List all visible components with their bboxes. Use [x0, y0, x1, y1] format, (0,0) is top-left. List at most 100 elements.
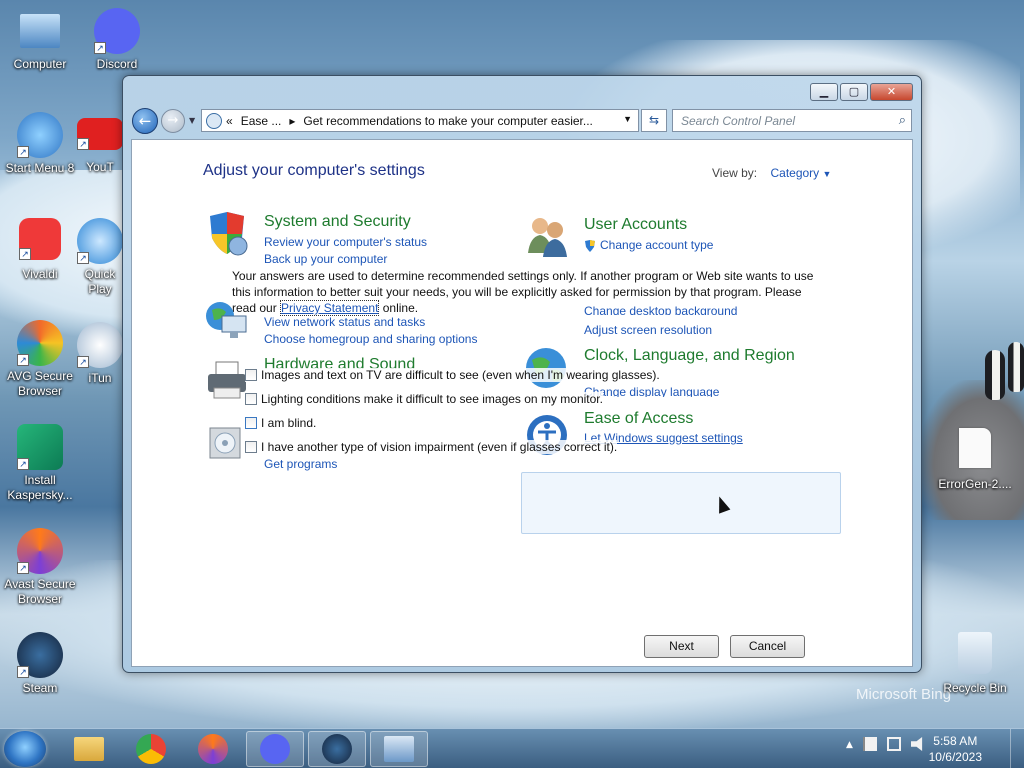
- avast-browser-icon: [198, 734, 228, 764]
- desktop-icon-start-menu-8[interactable]: ↗ Start Menu 8: [0, 112, 80, 176]
- taskbar-explorer[interactable]: [60, 731, 118, 767]
- address-overflow-icon[interactable]: «: [226, 114, 233, 128]
- vivaldi-icon: ↗: [19, 218, 61, 260]
- search-placeholder: Search Control Panel: [681, 114, 796, 128]
- start-button[interactable]: [4, 731, 46, 767]
- search-icon[interactable]: ⌕: [899, 112, 906, 128]
- network-icon[interactable]: [886, 737, 901, 751]
- chevron-down-icon[interactable]: ▼: [823, 169, 832, 179]
- folder-icon: [74, 737, 104, 761]
- ease-of-access-hover-panel: [521, 472, 841, 534]
- forward-arrow-icon[interactable]: →: [161, 109, 185, 133]
- checkbox-other-impairment[interactable]: [245, 441, 257, 453]
- desktop-icon-vivaldi[interactable]: ↗ Vivaldi: [0, 218, 80, 282]
- checkbox-lighting[interactable]: [245, 393, 257, 405]
- taskbar: ▲ 5:58 AM 10/6/2023: [0, 728, 1024, 768]
- desktop-icon-itunes[interactable]: ↗ iTun: [77, 322, 123, 386]
- checkbox-row-lighting[interactable]: Lighting conditions make it difficult to…: [245, 392, 603, 406]
- desktop-icon-avg-secure-browser[interactable]: ↗ AVG Secure Browser: [0, 320, 80, 399]
- taskbar-avast-browser[interactable]: [184, 731, 242, 767]
- view-by: View by: Category ▼: [712, 166, 831, 180]
- taskbar-discord[interactable]: [246, 731, 304, 767]
- desktop-icon-discord[interactable]: ↗ Discord: [77, 8, 157, 72]
- breadcrumb-separator-icon[interactable]: ▸: [289, 114, 295, 128]
- link-change-display-language[interactable]: Change display language: [584, 385, 719, 397]
- privacy-statement-link[interactable]: Privacy Statement: [280, 300, 380, 316]
- content-pane: Adjust your computer's settings View by:…: [131, 139, 913, 667]
- steam-icon: ↗: [17, 632, 63, 678]
- checkbox-label: I have another type of vision impairment…: [261, 440, 618, 454]
- uac-shield-icon: [584, 239, 596, 252]
- system-tray: ▲: [846, 737, 925, 751]
- file-icon: [959, 428, 991, 468]
- desktop-icon-label: Discord: [96, 57, 138, 71]
- programs-icon: [204, 418, 250, 464]
- search-input[interactable]: Search Control Panel ⌕: [672, 109, 912, 132]
- desktop-icon-label: Start Menu 8: [5, 161, 75, 175]
- control-panel-window: ▁ ▢ ✕ ← → ▼ « Ease ... ▸ Get recommendat…: [122, 75, 922, 673]
- show-desktop-button[interactable]: [1010, 729, 1024, 768]
- taskbar-control-panel[interactable]: [370, 731, 428, 767]
- link-desktop-background[interactable]: Change desktop background: [584, 304, 737, 315]
- window-controls: ▁ ▢ ✕: [810, 83, 913, 101]
- category-user-accounts[interactable]: User Accounts: [584, 216, 687, 234]
- close-button[interactable]: ✕: [870, 83, 913, 101]
- desktop-icon-steam[interactable]: ↗ Steam: [0, 632, 80, 696]
- desktop-icon-avast-secure-browser[interactable]: ↗ Avast Secure Browser: [0, 528, 80, 607]
- link-screen-resolution[interactable]: Adjust screen resolution: [584, 323, 712, 337]
- wallpaper-penguin: [985, 350, 1005, 400]
- breadcrumb-ease[interactable]: Ease ...: [241, 114, 282, 128]
- checkbox-label: I am blind.: [261, 416, 317, 430]
- desktop-icon-computer[interactable]: Computer: [0, 10, 80, 72]
- desktop-icon-quick-play[interactable]: ↗ Quick Play: [77, 218, 123, 297]
- link-backup[interactable]: Back up your computer: [264, 252, 387, 266]
- checkbox-row-tv-difficult[interactable]: Images and text on TV are difficult to s…: [245, 368, 660, 382]
- category-ease-of-access[interactable]: Ease of Access: [584, 410, 693, 424]
- desktop-icon-youtube[interactable]: ↗ YouT: [77, 118, 123, 175]
- control-panel-icon: [206, 112, 222, 129]
- minimize-button[interactable]: ▁: [810, 83, 838, 101]
- checkbox-tv-difficult[interactable]: [245, 369, 257, 381]
- taskbar-steam[interactable]: [308, 731, 366, 767]
- checkbox-row-other-impairment[interactable]: I have another type of vision impairment…: [245, 440, 618, 454]
- link-get-programs[interactable]: Get programs: [264, 457, 337, 471]
- link-network-status[interactable]: View network status and tasks: [264, 315, 425, 329]
- action-center-flag-icon[interactable]: [862, 737, 877, 751]
- desktop-icon-recycle-bin[interactable]: Recycle Bin: [934, 632, 1016, 696]
- itunes-icon: ↗: [77, 322, 123, 368]
- youtube-icon: ↗: [77, 118, 123, 150]
- taskbar-chrome[interactable]: [122, 731, 180, 767]
- maximize-button[interactable]: ▢: [840, 83, 868, 101]
- link-homegroup[interactable]: Choose homegroup and sharing options: [264, 332, 477, 346]
- shield-icon: [204, 210, 250, 256]
- address-bar[interactable]: « Ease ... ▸ Get recommendations to make…: [201, 109, 639, 132]
- category-clock-language-region[interactable]: Clock, Language, and Region: [584, 347, 795, 365]
- windows-orb-icon: ↗: [17, 112, 63, 158]
- recent-pages-dropdown-icon[interactable]: ▼: [189, 116, 195, 125]
- show-hidden-icons-arrow-icon[interactable]: ▲: [846, 737, 853, 751]
- address-dropdown-icon[interactable]: ▼: [623, 114, 632, 124]
- next-button[interactable]: Next: [644, 635, 719, 658]
- checkbox-blind[interactable]: [245, 417, 257, 429]
- network-globe-icon: [204, 298, 250, 344]
- cancel-button[interactable]: Cancel: [730, 635, 805, 658]
- clock-date: 10/6/2023: [928, 750, 982, 764]
- view-by-dropdown[interactable]: Category: [770, 166, 819, 180]
- desktop-icon-label: Quick Play: [84, 267, 116, 296]
- desktop-icon-label: Computer: [13, 57, 67, 71]
- checkbox-row-blind[interactable]: I am blind.: [245, 416, 317, 430]
- back-arrow-icon[interactable]: ←: [132, 108, 158, 134]
- avast-browser-icon: ↗: [17, 528, 63, 574]
- breadcrumb-current[interactable]: Get recommendations to make your compute…: [303, 114, 592, 128]
- desktop-icon-errorgen[interactable]: ErrorGen-2....: [934, 428, 1016, 492]
- desktop-icon-install-kaspersky[interactable]: ↗ Install Kaspersky...: [0, 424, 80, 503]
- system-clock[interactable]: 5:58 AM 10/6/2023: [929, 733, 982, 765]
- steam-icon: [322, 734, 352, 764]
- link-change-account-type[interactable]: Change account type: [600, 238, 713, 252]
- category-system-security[interactable]: System and Security: [264, 213, 411, 231]
- refresh-icon[interactable]: ⇆: [641, 109, 667, 132]
- avg-browser-icon: ↗: [17, 320, 63, 366]
- page-title: Adjust your computer's settings: [203, 162, 425, 179]
- volume-muted-icon[interactable]: [910, 737, 923, 751]
- link-review-status[interactable]: Review your computer's status: [264, 235, 427, 249]
